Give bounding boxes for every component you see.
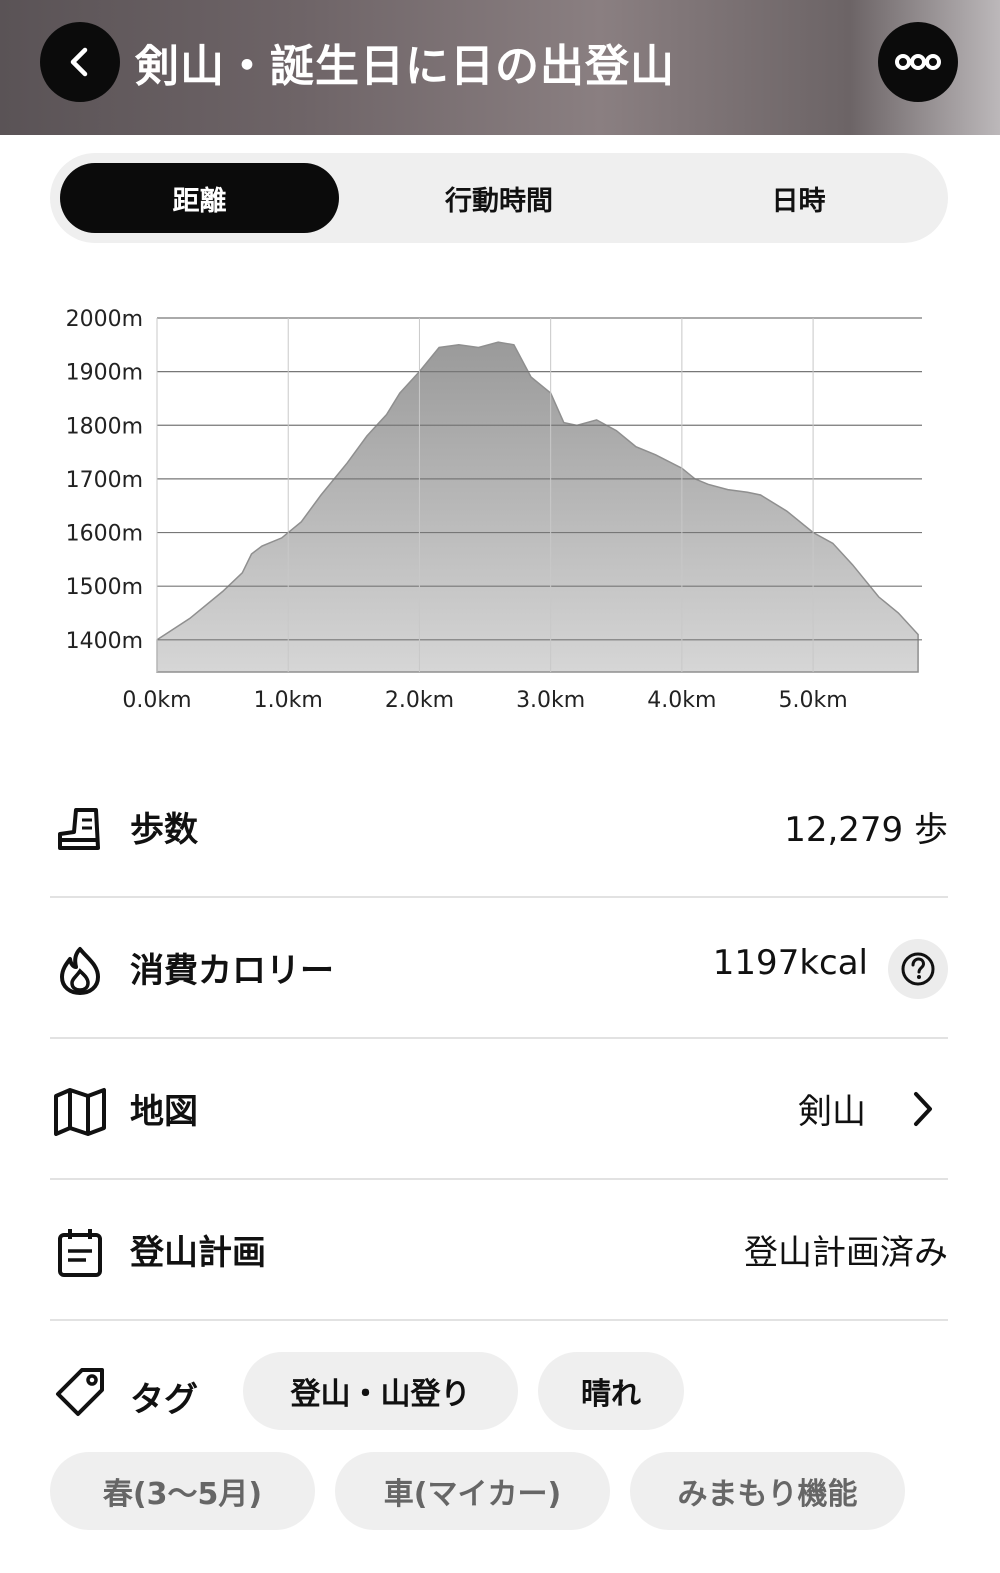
map-value: 剣山 <box>798 1092 866 1132</box>
map-label: 地図 <box>130 1092 198 1132</box>
page-title: 剣山・誕生日に日の出登山 <box>135 41 675 92</box>
calories-row: 消費カロリー 1197kcal <box>50 898 948 1039</box>
map-row[interactable]: 地図 剣山 <box>50 1039 948 1180</box>
question-circle-icon <box>901 952 935 986</box>
calendar-icon <box>58 1229 102 1277</box>
y-tick-label: 1800m <box>66 414 143 439</box>
tag-icon <box>56 1368 104 1416</box>
back-button[interactable] <box>40 22 120 102</box>
tab-activity-time[interactable]: 行動時間 <box>360 163 638 233</box>
steps-label: 歩数 <box>130 810 198 850</box>
elevation-chart: 2000m 1900m 1800m 1700m 1600m 1500m 1400m 0.0km… <box>66 307 922 713</box>
tag-chip[interactable]: 登山・山登り <box>243 1352 518 1430</box>
tags-label: タグ <box>130 1380 198 1420</box>
y-tick-label: 1700m <box>66 468 143 493</box>
map-icon <box>54 1088 106 1136</box>
x-tick-label: 1.0km <box>254 688 323 713</box>
y-tick-label: 1600m <box>66 522 143 547</box>
boot-icon <box>58 808 100 850</box>
more-dots-icon <box>895 54 941 70</box>
y-tick-label: 1500m <box>66 575 143 600</box>
plan-row[interactable]: 登山計画 登山計画済み <box>50 1180 948 1321</box>
plan-value: 登山計画済み <box>744 1233 948 1273</box>
tags-section: タグ 登山・山登り 晴れ <box>50 1352 948 1432</box>
steps-value: 12,279 歩 <box>784 810 948 850</box>
more-button[interactable] <box>878 22 958 102</box>
tag-chip[interactable]: 春(3～5月) <box>50 1452 315 1530</box>
tag-chip[interactable]: 車(マイカー) <box>335 1452 610 1530</box>
divider <box>50 1319 948 1321</box>
x-tick-label: 0.0km <box>122 688 191 713</box>
calories-help-button[interactable] <box>888 939 948 999</box>
x-tick-label: 4.0km <box>647 688 716 713</box>
y-tick-label: 2000m <box>66 307 143 332</box>
calories-value: 1197kcal <box>712 943 868 983</box>
tab-date-time[interactable]: 日時 <box>659 163 938 233</box>
y-tick-label: 1900m <box>66 361 143 386</box>
header-bar: 剣山・誕生日に日の出登山 <box>0 0 1000 135</box>
tag-chip[interactable]: 晴れ <box>538 1352 684 1430</box>
flame-icon <box>60 947 100 995</box>
tab-distance[interactable]: 距離 <box>60 163 339 233</box>
x-tick-label: 5.0km <box>779 688 848 713</box>
steps-row: 歩数 12,279 歩 <box>50 757 948 898</box>
chevron-right-icon <box>914 1092 932 1126</box>
calories-label: 消費カロリー <box>130 951 334 991</box>
x-tick-label: 3.0km <box>516 688 585 713</box>
plan-label: 登山計画 <box>130 1233 266 1273</box>
elevation-area <box>156 341 919 673</box>
chevron-left-icon <box>70 47 88 77</box>
y-tick-label: 1400m <box>66 629 143 654</box>
tag-chip[interactable]: みまもり機能 <box>630 1452 905 1530</box>
segmented-control: 距離 行動時間 日時 <box>50 153 948 243</box>
x-tick-label: 2.0km <box>385 688 454 713</box>
